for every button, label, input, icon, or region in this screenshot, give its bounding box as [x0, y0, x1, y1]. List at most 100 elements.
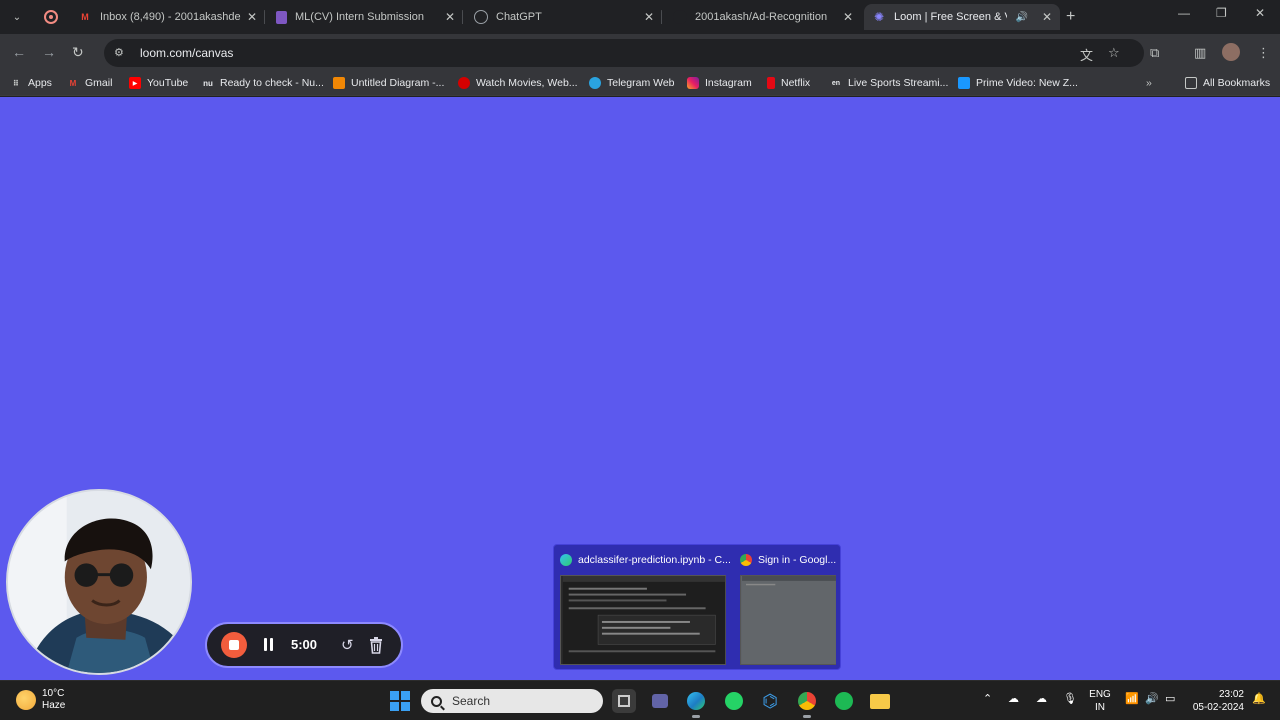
preview-thumbnail-signin[interactable]	[740, 575, 836, 665]
tab-close-icon[interactable]: ✕	[1042, 10, 1052, 24]
menu-kebab-icon[interactable]: ⋮	[1257, 45, 1270, 61]
onedrive-icon[interactable]: ☁	[1008, 692, 1019, 705]
bookmark-prime-video[interactable]: Prime Video: New Z...	[958, 77, 1078, 89]
loom-icon: ✺	[873, 10, 885, 24]
bookmark-apps[interactable]: ⠿ Apps	[10, 77, 52, 89]
gmail-icon: M	[81, 12, 89, 22]
microphone-icon[interactable]: 🎙	[1063, 692, 1077, 705]
tab-strip: ⌄ M Inbox (8,490) - 2001akashdeep ✕ ML(C…	[0, 0, 1280, 34]
all-bookmarks-folder[interactable]: All Bookmarks	[1185, 77, 1270, 89]
site-info-icon[interactable]: ⚙	[114, 46, 128, 60]
tab-search-chevron-icon[interactable]: ⌄	[6, 6, 28, 28]
side-panel-icon[interactable]: ▥	[1194, 45, 1206, 61]
bookmark-sports[interactable]: en Live Sports Streami...	[830, 77, 948, 89]
gmail-icon: M	[69, 78, 77, 88]
stop-recording-button[interactable]	[221, 632, 247, 658]
forward-button[interactable]: →	[42, 44, 56, 60]
pause-button[interactable]	[261, 636, 275, 654]
bookmark-telegram[interactable]: Telegram Web	[589, 77, 675, 89]
address-bar[interactable]: ⚙ loom.com/canvas	[104, 39, 1144, 67]
tab-title: 2001akash/Ad-Recognition	[695, 11, 828, 23]
bookmark-gmail[interactable]: M Gmail	[67, 77, 113, 89]
battery-icon[interactable]: ▭	[1165, 692, 1175, 705]
windows-start-icon[interactable]	[390, 691, 410, 711]
tab-close-icon[interactable]: ✕	[247, 10, 257, 24]
tab-close-icon[interactable]: ✕	[843, 10, 853, 24]
notifications-icon[interactable]: 🔔	[1252, 692, 1266, 705]
restore-button[interactable]: ❐	[1216, 6, 1227, 20]
spotify-icon[interactable]	[832, 689, 856, 713]
bookmark-drawio[interactable]: Untitled Diagram -...	[333, 77, 444, 89]
cloud-sync-icon[interactable]: ☁	[1036, 692, 1047, 705]
chrome-icon	[740, 554, 752, 566]
bookmark-netflix[interactable]: Netflix	[767, 77, 810, 89]
tab-close-icon[interactable]: ✕	[445, 10, 455, 24]
minimize-button[interactable]: —	[1178, 6, 1190, 20]
speaker-icon[interactable]: 🔊	[1015, 12, 1027, 23]
translate-icon[interactable]: 文	[1080, 45, 1093, 64]
bookmarks-overflow-icon[interactable]: »	[1146, 77, 1152, 89]
telegram-icon	[589, 77, 601, 89]
weather-widget[interactable]: 10°C Haze	[16, 688, 65, 712]
vscode-icon[interactable]: ⌬	[758, 689, 782, 713]
netflix-icon	[767, 77, 775, 89]
preview-title-notebook[interactable]: adclassifer-prediction.ipynb - C...	[560, 554, 730, 566]
tab-recording[interactable]	[36, 4, 66, 30]
bookmark-youtube[interactable]: ▶ YouTube	[129, 77, 188, 89]
show-hidden-icons-icon[interactable]: ⌃	[983, 692, 992, 705]
profile-avatar[interactable]	[1222, 43, 1240, 61]
preview-thumbnail-notebook[interactable]	[560, 575, 726, 665]
edge-icon[interactable]	[684, 689, 708, 718]
reload-button[interactable]: ↻	[72, 44, 84, 61]
teams-meet-icon[interactable]	[648, 689, 672, 713]
chrome-icon[interactable]	[795, 689, 819, 718]
prime-video-icon	[958, 77, 970, 89]
tab-gmail[interactable]: M Inbox (8,490) - 2001akashdeep ✕	[70, 4, 265, 30]
back-button[interactable]: ←	[12, 44, 26, 60]
close-window-button[interactable]: ✕	[1255, 6, 1265, 20]
search-icon	[431, 695, 442, 707]
tab-title: ML(CV) Intern Submission	[295, 11, 424, 23]
whatsapp-icon[interactable]	[722, 689, 746, 713]
bookmark-nu[interactable]: nu Ready to check - Nu...	[202, 77, 324, 89]
notebook-screenshot-image	[562, 576, 726, 664]
browser-toolbar: ← → ↻ ⚙ loom.com/canvas 文 ☆ ⧉ ▥ ⋮	[0, 34, 1280, 72]
sports-icon: en	[831, 79, 841, 87]
volume-icon[interactable]: 🔊	[1145, 692, 1159, 705]
taskbar-window-preview: adclassifer-prediction.ipynb - C... Sign…	[553, 544, 841, 670]
new-tab-button[interactable]: +	[1066, 8, 1075, 26]
bookmark-movies[interactable]: Watch Movies, Web...	[458, 77, 578, 89]
clock-date: 05-02-2024	[1192, 702, 1244, 713]
system-clock[interactable]: 23:02 05-02-2024	[1188, 688, 1244, 714]
task-view-icon[interactable]	[612, 689, 636, 713]
tab-title: Inbox (8,490) - 2001akashdeep	[100, 11, 241, 23]
camera-bubble[interactable]	[6, 489, 192, 675]
bookmark-star-icon[interactable]: ☆	[1108, 45, 1120, 61]
webcam-person-image	[8, 491, 190, 673]
drawio-icon	[333, 77, 345, 89]
recording-timer: 5:00	[291, 637, 318, 652]
tab-loom[interactable]: ✺ Loom | Free Screen & Vide 🔊 ✕	[864, 4, 1060, 30]
tab-forms[interactable]: ML(CV) Intern Submission ✕	[268, 4, 463, 30]
stop-icon	[229, 640, 239, 650]
tab-title: Loom | Free Screen & Vide	[894, 11, 1007, 23]
wifi-icon[interactable]: 📶	[1125, 692, 1139, 705]
forms-icon	[276, 10, 287, 24]
weather-desc: Haze	[42, 700, 66, 711]
delete-recording-button[interactable]	[369, 636, 383, 654]
bookmark-instagram[interactable]: Instagram	[687, 77, 752, 89]
restart-icon[interactable]: ↺	[341, 636, 354, 654]
extensions-icon[interactable]: ⧉	[1150, 45, 1159, 61]
tab-chatgpt[interactable]: ChatGPT ✕	[466, 4, 662, 30]
folder-icon	[1185, 77, 1197, 89]
apps-grid-icon: ⠿	[12, 78, 20, 88]
weather-temp: 10°C	[42, 688, 65, 699]
taskbar-search[interactable]: Search	[421, 689, 603, 713]
tab-github[interactable]: 2001akash/Ad-Recognition ✕	[665, 4, 861, 30]
windows-taskbar: 10°C Haze Search ⌬ ⌃ ☁ ☁ 🎙 ENG IN 📶 🔊 ▭ …	[0, 680, 1280, 720]
file-explorer-icon[interactable]	[868, 689, 892, 713]
tab-close-icon[interactable]: ✕	[644, 10, 654, 24]
edge-icon	[560, 554, 572, 566]
preview-title-signin[interactable]: Sign in - Googl...	[740, 554, 840, 566]
language-indicator[interactable]: ENG IN	[1088, 688, 1112, 714]
